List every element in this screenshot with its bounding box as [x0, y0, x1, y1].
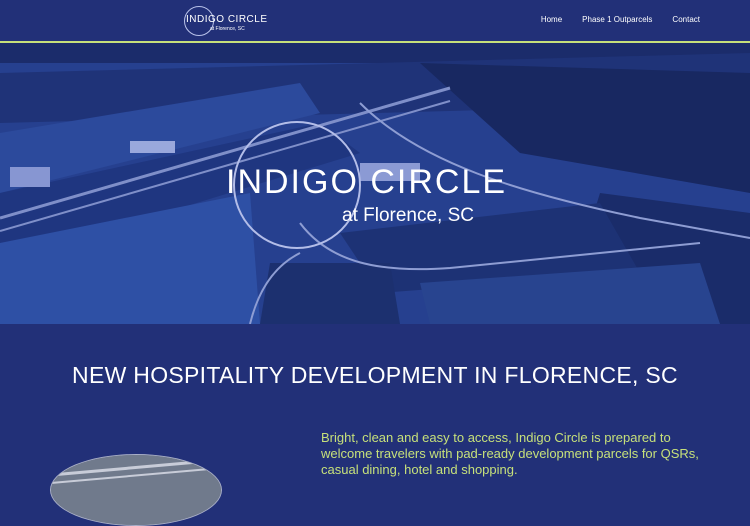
- site-logo[interactable]: INDIGO CIRCLE at Florence, SC: [180, 5, 267, 36]
- hero-subtitle: at Florence, SC: [342, 205, 474, 226]
- main-nav: Home Phase 1 Outparcels Contact: [541, 15, 700, 24]
- logo-title: INDIGO CIRCLE: [186, 14, 268, 25]
- hero-banner: INDIGO CIRCLE at Florence, SC: [0, 43, 750, 324]
- intro-paragraph: Bright, clean and easy to access, Indigo…: [321, 430, 699, 477]
- hero-title: INDIGO CIRCLE: [226, 163, 508, 201]
- aerial-thumbnail-image: [50, 454, 222, 526]
- site-header: INDIGO CIRCLE at Florence, SC Home Phase…: [0, 0, 750, 41]
- nav-home-link[interactable]: Home: [541, 15, 562, 24]
- nav-phase1-outparcels-link[interactable]: Phase 1 Outparcels: [582, 15, 652, 24]
- thumbnail-aerial-icon: [51, 455, 221, 525]
- section-heading: NEW HOSPITALITY DEVELOPMENT IN FLORENCE,…: [72, 362, 678, 388]
- logo-subtitle: at Florence, SC: [210, 26, 245, 32]
- nav-contact-link[interactable]: Contact: [672, 15, 700, 24]
